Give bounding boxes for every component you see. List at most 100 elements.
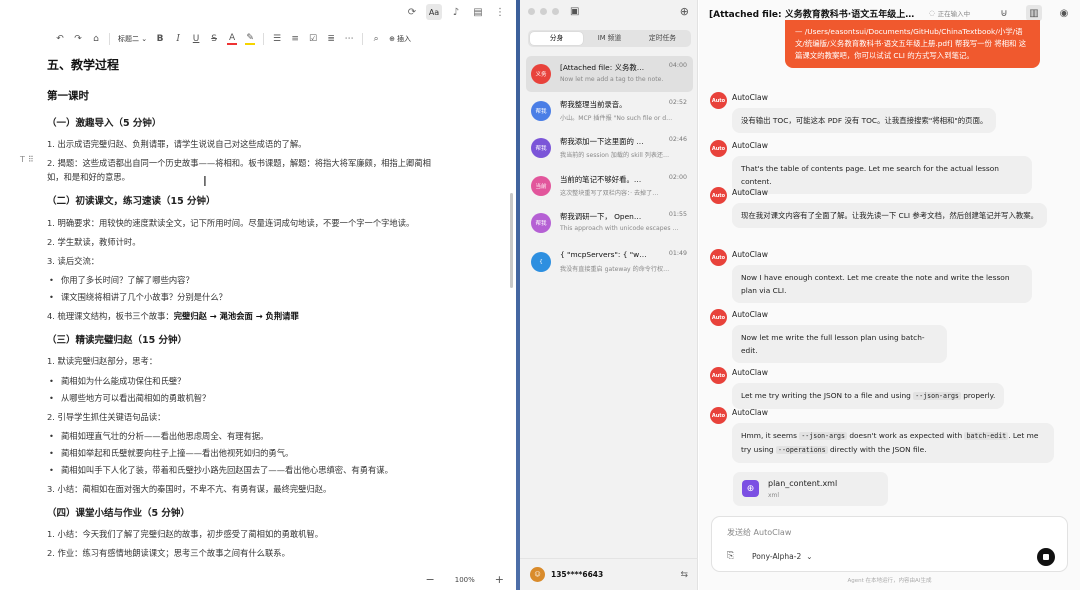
message-bubble: 现在我对课文内容有了全面了解。让我先读一下 CLI 参考文档，然后创建笔记并写入… [732,203,1048,228]
assistant-avatar: Auto [710,140,727,157]
session-title: [Attached file: 义务教育… [560,63,650,72]
profile-icon[interactable]: ◉ [1056,5,1072,21]
minimize-window-button[interactable] [540,8,547,15]
doc-text: （一）激趣导入（5 分钟） [47,118,162,129]
composer-input[interactable]: 发送给 AutoClaw [727,527,791,538]
sender-name: AutoClaw [732,250,768,259]
session-preview: This approach with unicode escapes … [560,225,679,232]
session-preview: Now let me add a tag to the note. [560,76,664,83]
doc-text: 蔺相如叫手下人化了装，带着和氏璧抄小路先回赵国去了——看出他心思缜密、有勇有谋。 [61,465,393,475]
doc-paragraph: 4. 梳理课文结构，板书三个故事：完璧归赵 → 渑池会面 → 负荆请罪 [47,309,299,323]
zoom-window-button[interactable] [552,8,559,15]
doc-text: 1. 默读完璧归赵部分，思考： [47,356,158,366]
doc-text: 2. 作业：练习有感情地朗读课文；思考三个故事之间有什么联系。 [47,548,290,558]
session-avatar: 帮我 [531,213,551,233]
more-format-icon[interactable]: ⋯ [344,34,354,44]
editor-scrollbar[interactable] [510,193,513,288]
avatar[interactable]: ☺ [530,567,545,582]
account-bar[interactable]: ☺ 135****6643 ⇆ [520,558,698,590]
microphone-icon[interactable]: ♪ [448,4,464,20]
italic-button[interactable]: I [173,34,183,44]
export-icon[interactable]: ▤ [470,4,486,20]
font-size-button[interactable]: Aa [426,4,442,20]
search-icon[interactable]: ⌕ [371,34,381,44]
tab-im-channels[interactable]: IM 频道 [583,32,636,45]
align-icon[interactable]: ≣ [326,34,336,44]
typing-status-label: 正在输入中 [937,10,971,18]
checklist-icon[interactable]: ☑ [308,34,318,44]
assistant-avatar: Auto [710,309,727,326]
assistant-avatar: Auto [710,367,727,384]
switch-account-icon[interactable]: ⇆ [680,570,688,580]
bullet-list-icon[interactable]: ☰ [272,34,282,44]
sender-name: AutoClaw [732,188,768,197]
message-text: That's the table of contents page. Let m… [741,164,999,186]
more-icon[interactable]: ⋮ [492,4,508,20]
doc-bold-text: 完璧归赵 → 渑池会面 → 负荆请罪 [173,311,299,321]
text-cursor-icon: I [203,175,207,190]
heading-select[interactable]: 标题二 ⌄ [118,34,147,44]
underline-button[interactable]: U [191,34,201,44]
doc-text: 五、教学过程 [47,58,120,72]
close-window-button[interactable] [528,8,535,15]
doc-text: 2. 引导学生抓住关键语句品读： [47,412,166,422]
refresh-icon[interactable]: ⟳ [404,4,420,20]
doc-paragraph: 蔺相如理直气壮的分析——看出他思虑周全、有理有据。 [47,429,268,443]
redo-icon[interactable]: ↷ [73,34,83,44]
doc-paragraph: 你用了多长时间？了解了哪些内容？ [47,273,194,287]
model-select[interactable]: Pony-Alpha-2 ⌄ [752,552,813,561]
insert-label: 插入 [396,35,411,43]
bold-button[interactable]: B [155,34,165,44]
session-time: 02:46 [668,136,687,143]
message-bubble: Hmm, it seems --json-args doesn't work a… [732,423,1054,463]
attachment-icon[interactable]: ⎘ [727,551,734,561]
highlight-button[interactable]: ✎ [245,33,256,45]
assistant-avatar: Auto [710,407,727,424]
file-attachment-card[interactable]: ⊕ plan_content.xml xml [733,472,888,506]
sender-name: AutoClaw [732,310,768,319]
sender-name: AutoClaw [732,141,768,150]
session-avatar: 当前 [531,176,551,196]
sidebar-toggle-icon[interactable]: ▣ [570,6,579,17]
doc-text: 课文围绕将相讲了几个小故事？分别是什么？ [61,292,227,302]
numbered-list-icon[interactable]: ≡ [290,34,300,44]
block-handle[interactable]: T ⠿ [20,155,34,164]
drag-handle-icon: ⠿ [27,155,34,164]
session-preview: 我没有直接重启 gateway 的命令行权… [560,266,670,273]
doc-heading: 第一课时 [47,89,89,103]
tab-clones[interactable]: 分身 [530,32,583,45]
message-bubble: Now let me write the full lesson plan us… [732,325,947,363]
session-item[interactable]: 帮我 帮我调研一下， Open… 01:55 This approach with u… [526,205,693,241]
cart-icon[interactable]: ⊍ [996,5,1012,21]
message-bubble: Now I have enough context. Let me create… [732,265,1032,303]
session-time: 02:52 [668,99,687,106]
stop-generation-button[interactable] [1037,548,1055,566]
tab-scheduled-tasks[interactable]: 定时任务 [636,32,689,45]
strikethrough-button[interactable]: S [209,34,219,44]
session-item[interactable]: 帮我 帮我添加一下这里面的 … 02:46 我当前的 session 加载的 skil… [526,130,693,166]
doc-paragraph: 如，和是和好的意思。 [47,170,130,184]
doc-text: （四）课堂小结与作业（5 分钟） [47,508,190,519]
doc-text: 1. 小结：今天我们了解了完璧归赵的故事，初步感受了蔺相如的勇敢机智。 [47,529,324,539]
notes-panel-icon[interactable]: ▥ [1026,5,1042,21]
undo-icon[interactable]: ↶ [55,34,65,44]
chevron-down-icon: ⌄ [806,552,813,561]
sender-name: AutoClaw [732,93,768,102]
insert-button[interactable]: ⊕ 插入 [389,34,411,44]
session-item[interactable]: 当前 当前的笔记不够好看。… 02:00 这次整块重写了双栏内容：· 去掉了… [526,168,693,204]
message-composer[interactable]: 发送给 AutoClaw ⎘ Pony-Alpha-2 ⌄ [711,516,1068,572]
session-title: 帮我添加一下这里面的 … [560,137,644,146]
session-item[interactable]: 义务 [Attached file: 义务教育… 04:00 Now let me a… [526,56,693,92]
session-time: 02:00 [668,174,687,181]
zoom-out-button[interactable]: − [426,573,435,586]
doc-text: 1. 出示成语完璧归赵、负荆请罪，请学生说说自己对这些成语的了解。 [47,139,307,149]
new-session-icon[interactable]: ⊕ [680,5,689,18]
format-painter-icon[interactable]: ⌂ [91,34,101,44]
doc-paragraph: 课文围绕将相讲了几个小故事？分别是什么？ [47,290,227,304]
text-color-button[interactable]: A [227,33,238,45]
text-type-icon: T [20,155,25,164]
session-item[interactable]: 帮我 帮我整理当前录音。 02:52 小山。MCP 插件报 "No such file… [526,93,693,129]
zoom-in-button[interactable]: + [495,573,504,586]
session-item[interactable]: {{ "mcpServers": { "wp… 01:49 我没有直接重启 gate… [526,244,693,280]
doc-text: 4. 梳理课文结构，板书三个故事： [47,311,174,321]
